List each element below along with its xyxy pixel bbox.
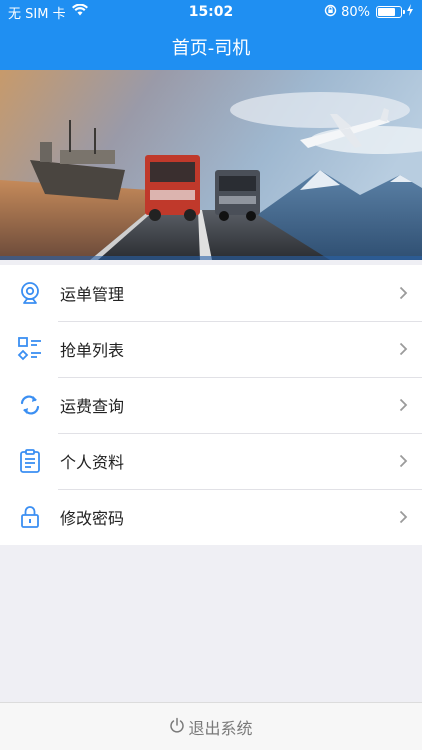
menu-item-label: 个人资料 [60,453,125,472]
menu-item-freight-query[interactable]: 运费查询 [0,377,422,433]
refresh-icon [16,391,44,419]
chevron-right-icon [396,454,410,468]
banner-image [0,70,422,260]
clipboard-icon [16,447,44,475]
menu-item-change-password[interactable]: 修改密码 [0,489,422,545]
chevron-right-icon [396,342,410,356]
orientation-lock-icon [324,4,337,21]
battery-fill [378,8,395,16]
lock-icon [16,503,44,531]
menu-item-label: 运单管理 [60,285,125,304]
battery-percent: 80% [341,4,370,20]
nav-bar: 首页-司机 [0,24,422,70]
logout-button[interactable]: 退出系统 [0,702,422,750]
charging-icon [406,4,414,20]
status-bar: 无 SIM 卡 15:02 80% [0,0,422,24]
menu-item-label: 修改密码 [60,509,125,528]
status-left: 无 SIM 卡 [8,3,148,22]
list-grid-icon [16,335,44,363]
webcam-icon [16,279,44,307]
menu-item-waybill-management[interactable]: 运单管理 [0,265,422,321]
status-time: 15:02 [188,4,234,20]
menu-item-grab-orders[interactable]: 抢单列表 [0,321,422,377]
menu-item-profile[interactable]: 个人资料 [0,433,422,489]
power-icon [169,717,185,737]
chevron-right-icon [396,286,410,300]
menu-list: 运单管理 抢单列表 运费查询 个人资料 修改密码 [0,265,422,545]
logout-label: 退出系统 [188,718,253,738]
chevron-right-icon [396,398,410,412]
carrier-label: 无 SIM 卡 [8,6,66,22]
menu-item-label: 抢单列表 [60,341,125,360]
battery-icon [376,6,405,18]
menu-item-label: 运费查询 [60,397,125,416]
chevron-right-icon [396,510,410,524]
battery-cap [403,10,405,14]
status-right: 80% [274,4,414,21]
page-title: 首页-司机 [171,38,251,59]
wifi-icon [71,3,88,20]
